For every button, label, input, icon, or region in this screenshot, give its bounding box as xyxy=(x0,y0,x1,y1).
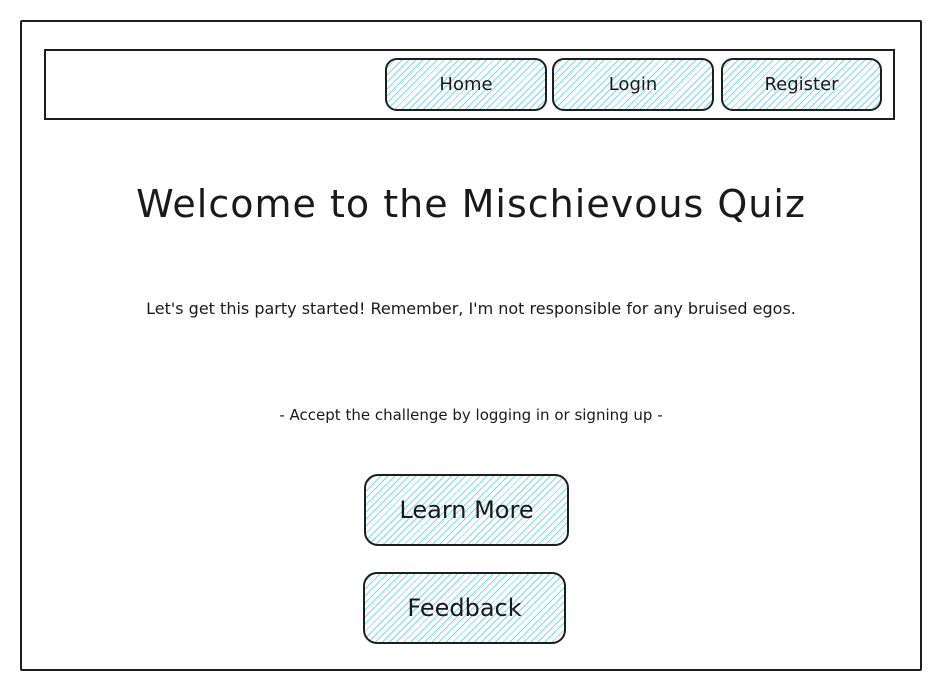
register-button-label: Register xyxy=(764,74,839,95)
register-button[interactable]: Register xyxy=(721,58,882,111)
tagline: Let's get this party started! Remember, … xyxy=(146,299,796,318)
home-button[interactable]: Home xyxy=(385,58,547,111)
learn-more-button[interactable]: Learn More xyxy=(364,474,569,546)
login-button-label: Login xyxy=(608,74,658,95)
learn-more-label: Learn More xyxy=(399,496,534,524)
feedback-button[interactable]: Feedback xyxy=(363,572,566,644)
home-button-label: Home xyxy=(439,74,493,95)
cta-hint: - Accept the challenge by logging in or … xyxy=(279,406,663,424)
feedback-label: Feedback xyxy=(407,594,522,622)
page-title: Welcome to the Mischievous Quiz xyxy=(136,182,806,226)
login-button[interactable]: Login xyxy=(552,58,714,111)
